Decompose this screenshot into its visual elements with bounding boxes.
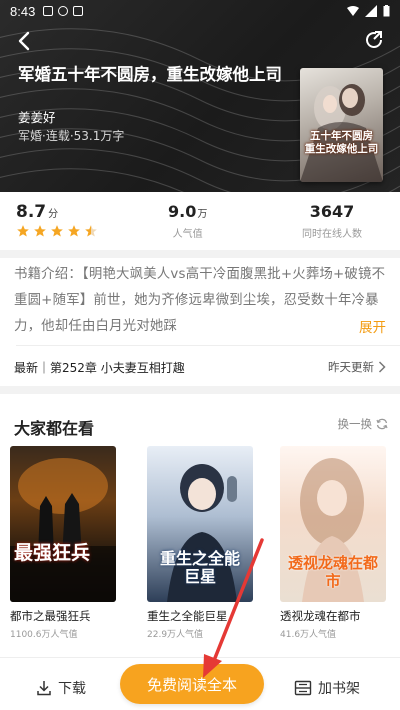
online-block: 3647 同时在线人数 bbox=[302, 202, 362, 240]
download-label: 下载 bbox=[58, 681, 86, 697]
cover-title-text: 五十年不圆房 重生改嫁他上司 bbox=[304, 130, 379, 155]
star-icon bbox=[17, 225, 29, 237]
refresh-button[interactable]: 换一换 bbox=[338, 416, 389, 432]
wifi-icon bbox=[347, 6, 359, 16]
star-icon bbox=[51, 225, 63, 237]
book-meta: 军婚·连载·53.1万字 bbox=[18, 129, 125, 143]
recommend-book-card[interactable]: 最强狂兵 都市之最强狂兵 1100.6万人气值 bbox=[10, 446, 116, 640]
separator-line bbox=[16, 345, 400, 346]
signal-icon bbox=[365, 5, 377, 17]
download-button[interactable]: 下载 bbox=[36, 678, 86, 698]
refresh-label: 换一换 bbox=[337, 417, 373, 431]
popularity-unit: 万 bbox=[197, 209, 208, 220]
recommend-cover-text: 透视龙魂在都市 bbox=[287, 554, 378, 590]
recommend-book-cover: 透视龙魂在都市 bbox=[280, 446, 386, 602]
recommend-book-popularity: 1100.6万人气值 bbox=[10, 630, 78, 640]
battery-icon bbox=[383, 5, 390, 17]
status-bar: 8:43 bbox=[0, 0, 400, 22]
latest-chapter[interactable]: 最新｜第252章 小夫妻互相打趣 bbox=[14, 359, 185, 376]
popularity-value: 9.0 bbox=[168, 202, 197, 221]
section-divider bbox=[0, 250, 400, 258]
popularity-block: 9.0万 人气值 bbox=[168, 202, 207, 240]
back-arrow-icon[interactable] bbox=[14, 30, 36, 52]
free-read-button[interactable]: 免费阅读全本 bbox=[120, 664, 264, 704]
book-cover: 五十年不圆房 重生改嫁他上司 bbox=[300, 68, 383, 182]
add-to-shelf-button[interactable]: 加书架 bbox=[294, 678, 360, 698]
book-header: 8:43 军婚五十年不圆房，重生改嫁他上司 姜姜好 军婚·连载·53.1万字 五… bbox=[0, 0, 400, 192]
online-value: 3647 bbox=[309, 202, 355, 221]
notification-icon-2 bbox=[58, 6, 69, 16]
stats-panel: 8.7 分 9.0万 人气值 3647 同时在线人数 bbox=[0, 192, 400, 250]
chevron-right-icon bbox=[378, 361, 386, 373]
latest-update-label: 昨天更新 bbox=[328, 360, 374, 374]
online-label: 同时在线人数 bbox=[302, 229, 362, 240]
recommend-title: 大家都在看 bbox=[14, 419, 95, 438]
score-unit: 分 bbox=[48, 209, 59, 220]
latest-update[interactable]: 昨天更新 bbox=[328, 359, 386, 375]
star-icon bbox=[34, 225, 46, 237]
recommend-book-card[interactable]: 重生之全能巨星 重生之全能巨星 22.9万人气值 bbox=[147, 446, 253, 640]
notification-icon-3 bbox=[73, 6, 84, 16]
star-icon bbox=[68, 225, 80, 237]
recommend-book-card[interactable]: 透视龙魂在都市 透视龙魂在都市 41.6万人气值 bbox=[280, 446, 386, 640]
cover-art bbox=[300, 84, 383, 182]
recommend-book-cover: 最强狂兵 bbox=[10, 446, 116, 602]
notification-icon bbox=[43, 6, 54, 16]
cover-art bbox=[10, 458, 116, 602]
bookshelf-icon bbox=[294, 680, 312, 696]
share-icon[interactable] bbox=[364, 30, 384, 50]
recommend-cover-text: 最强狂兵 bbox=[14, 542, 91, 564]
book-author[interactable]: 姜姜好 bbox=[18, 107, 56, 126]
recommend-book-name: 重生之全能巨星 bbox=[147, 609, 228, 623]
add-to-shelf-label: 加书架 bbox=[318, 681, 360, 697]
recommend-book-popularity: 22.9万人气值 bbox=[147, 630, 204, 640]
intro-label: 书籍介绍： bbox=[14, 267, 82, 282]
popularity-label: 人气值 bbox=[172, 229, 203, 240]
recommend-book-name: 透视龙魂在都市 bbox=[280, 609, 361, 623]
score-block: 8.7 分 bbox=[16, 202, 58, 222]
status-time: 8:43 bbox=[10, 3, 36, 19]
half-star-icon bbox=[85, 225, 97, 237]
recommend-book-popularity: 41.6万人气值 bbox=[280, 630, 337, 640]
download-icon bbox=[37, 681, 51, 696]
recommend-book-cover: 重生之全能巨星 bbox=[147, 446, 253, 602]
refresh-icon bbox=[376, 418, 388, 430]
section-divider bbox=[0, 386, 400, 394]
recommend-book-name: 都市之最强狂兵 bbox=[10, 609, 91, 623]
book-title: 军婚五十年不圆房，重生改嫁他上司 bbox=[18, 65, 282, 84]
recommend-cover-text: 重生之全能巨星 bbox=[159, 549, 240, 586]
score-value: 8.7 bbox=[16, 202, 47, 222]
rating-stars bbox=[16, 224, 98, 238]
expand-intro-button[interactable]: 展开 bbox=[359, 316, 386, 336]
book-intro[interactable]: 书籍介绍：【明艳大飒美人vs高干冷面腹黑批+火葬场+破镜不重圆+随军】前世，她为… bbox=[14, 262, 388, 340]
